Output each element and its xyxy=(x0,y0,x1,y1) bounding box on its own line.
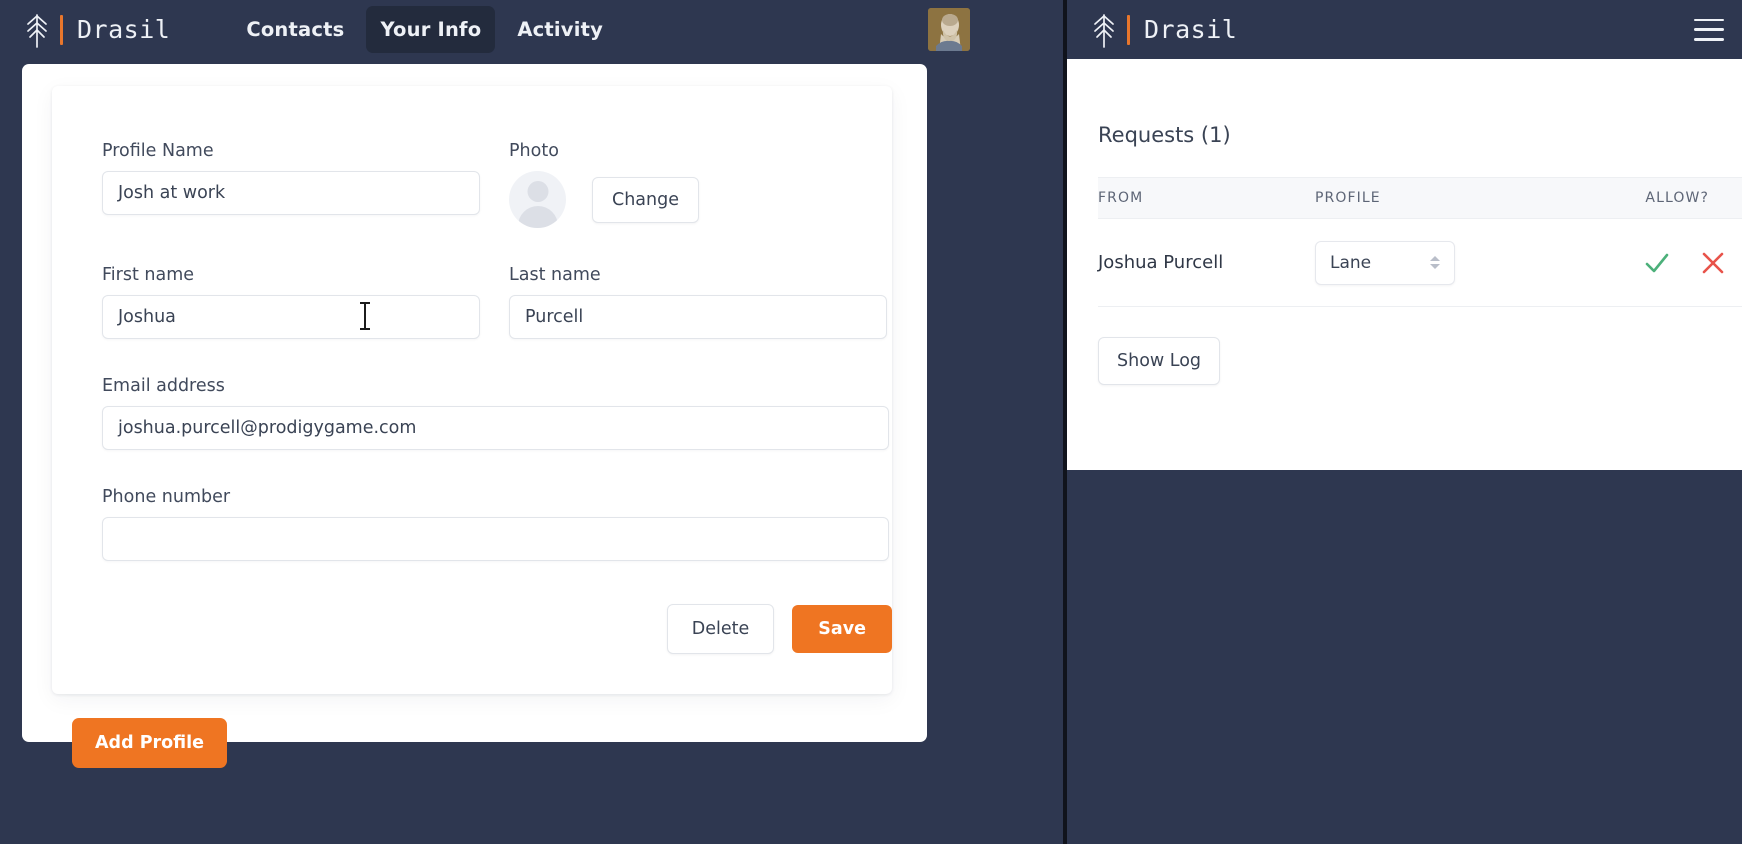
profile-name-input[interactable]: Josh at work xyxy=(102,171,480,215)
field-last-name: Last name Purcell xyxy=(509,265,887,339)
profile-select-value: Lane xyxy=(1330,252,1372,273)
cell-profile: Lane xyxy=(1315,240,1573,285)
field-photo: Photo Change xyxy=(509,141,700,228)
form-actions: Delete Save xyxy=(666,604,892,654)
first-name-input[interactable]: Joshua xyxy=(102,295,480,339)
column-header-allow: ALLOW? xyxy=(1645,190,1709,206)
nav-link-activity[interactable]: Activity xyxy=(503,6,617,53)
field-phone: Phone number xyxy=(102,487,889,561)
nav-link-your-info[interactable]: Your Info xyxy=(366,6,496,53)
hamburger-menu-icon[interactable] xyxy=(1694,18,1724,41)
user-avatar-photo xyxy=(928,8,970,51)
x-icon[interactable] xyxy=(1698,248,1728,278)
requests-panel: Requests (1) FROM PROFILE ALLOW? Joshua … xyxy=(1067,59,1742,470)
tree-icon xyxy=(1094,13,1114,48)
right-navbar: Drasil xyxy=(1067,0,1742,59)
save-button[interactable]: Save xyxy=(792,605,892,653)
field-email: Email address joshua.purcell@prodigygame… xyxy=(102,376,889,450)
brand-divider xyxy=(60,14,63,45)
phone-input[interactable] xyxy=(102,517,889,561)
profile-select[interactable]: Lane xyxy=(1315,240,1455,285)
show-log-button[interactable]: Show Log xyxy=(1098,337,1221,385)
field-first-name: First name Joshua xyxy=(102,265,480,339)
row-profile-name-photo: Profile Name Josh at work Photo Change xyxy=(102,141,892,228)
chevron-updown-icon xyxy=(1430,256,1440,269)
last-name-input[interactable]: Purcell xyxy=(509,295,887,339)
label-photo: Photo xyxy=(509,141,559,161)
requests-title: Requests (1) xyxy=(1098,123,1231,147)
column-header-from: FROM xyxy=(1098,190,1144,206)
field-profile-name: Profile Name Josh at work xyxy=(102,141,480,228)
label-phone: Phone number xyxy=(102,487,231,507)
row-names: First name Joshua Last name Purcell xyxy=(102,265,892,339)
email-input[interactable]: joshua.purcell@prodigygame.com xyxy=(102,406,889,450)
nav-link-contacts[interactable]: Contacts xyxy=(232,6,358,53)
requests-table: FROM PROFILE ALLOW? Joshua Purcell Lane xyxy=(1098,177,1742,307)
add-profile-button[interactable]: Add Profile xyxy=(72,718,228,768)
label-last-name: Last name xyxy=(509,265,601,285)
profile-panel: Profile Name Josh at work Photo Change F… xyxy=(22,64,927,768)
text-ibeam-cursor xyxy=(360,302,370,330)
left-app-window: Drasil Contacts Your Info Activity Profi… xyxy=(0,0,1063,844)
avatar[interactable] xyxy=(928,8,970,51)
label-first-name: First name xyxy=(102,265,195,285)
brand-name: Drasil xyxy=(77,15,171,44)
label-email: Email address xyxy=(102,376,225,396)
brand-logo[interactable]: Drasil xyxy=(22,11,170,49)
check-icon[interactable] xyxy=(1642,248,1672,278)
app-root: Drasil Contacts Your Info Activity Profi… xyxy=(0,0,1742,844)
cell-from-name: Joshua Purcell xyxy=(1098,252,1224,273)
brand-logo-right[interactable]: Drasil xyxy=(1089,11,1237,49)
right-app-window: Drasil Requests (1) FROM PROFILE ALLOW? … xyxy=(1063,0,1742,844)
change-photo-button[interactable]: Change xyxy=(592,176,700,223)
table-header-row: FROM PROFILE ALLOW? xyxy=(1098,177,1742,219)
label-profile-name: Profile Name xyxy=(102,141,214,161)
table-row: Joshua Purcell Lane xyxy=(1098,219,1742,307)
nav-links: Contacts Your Info Activity xyxy=(232,6,617,53)
person-placeholder-icon xyxy=(509,171,566,228)
brand-divider xyxy=(1127,14,1130,45)
tree-icon xyxy=(27,13,47,48)
brand-name-right: Drasil xyxy=(1144,15,1238,44)
profile-card: Profile Name Josh at work Photo Change F… xyxy=(52,86,892,694)
column-header-profile: PROFILE xyxy=(1315,190,1381,206)
cell-allow-actions xyxy=(1573,248,1742,278)
profile-form: Profile Name Josh at work Photo Change F… xyxy=(102,141,892,654)
delete-button[interactable]: Delete xyxy=(666,604,775,654)
left-navbar: Drasil Contacts Your Info Activity xyxy=(0,0,1063,59)
